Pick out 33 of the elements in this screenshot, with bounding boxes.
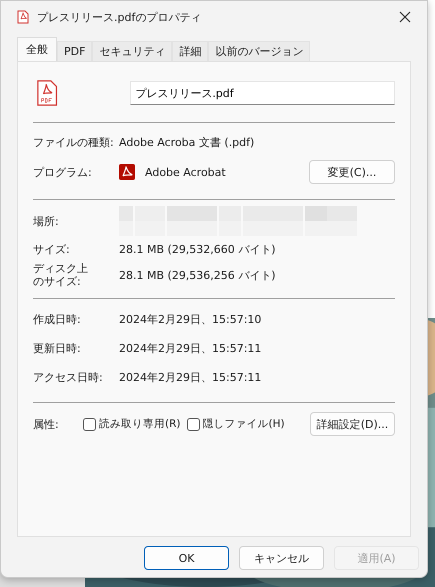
window-title: プレスリリース.pdfのプロパティ xyxy=(37,10,202,24)
close-icon xyxy=(399,11,411,23)
tab[interactable]: 詳細 xyxy=(172,41,208,61)
pdf-file-icon xyxy=(36,79,58,107)
field-label: 場所: xyxy=(33,214,60,228)
tab[interactable]: 以前のバージョン xyxy=(208,41,310,61)
field-label: アクセス日時: xyxy=(33,370,104,385)
field-label: 属性: xyxy=(33,416,60,432)
tab[interactable]: セキュリティ xyxy=(92,41,172,61)
field-label: 更新日時: xyxy=(33,341,82,356)
pdf-file-icon xyxy=(17,10,29,24)
acrobat-icon xyxy=(119,164,135,180)
field-label: 作成日時: xyxy=(33,312,82,327)
field-label: サイズ: xyxy=(33,242,71,256)
checkbox[interactable]: 読み取り専用(R) xyxy=(83,417,180,431)
field-value: 28.1 MB (29,536,256 バイト) xyxy=(119,268,276,282)
dialog-button[interactable]: キャンセル xyxy=(239,546,324,570)
field-label: ディスク上のサイズ: xyxy=(33,262,89,288)
field-value: Adobe Acrobat xyxy=(145,166,227,178)
dialog-button[interactable]: OK xyxy=(144,546,229,570)
change-button[interactable]: 変更(C)... xyxy=(309,160,395,184)
field-value: 2024年2月29日、15:57:10 xyxy=(119,312,262,327)
field-value: 2024年2月29日、15:57:11 xyxy=(119,341,262,356)
tab[interactable]: 全般 xyxy=(17,37,57,61)
field-label: プログラム: xyxy=(33,164,93,180)
field-value: Adobe Acroba 文書 (.pdf) xyxy=(119,134,254,150)
advanced-button[interactable]: 詳細設定(D)... xyxy=(310,412,395,436)
checkbox[interactable]: 隠しファイル(H) xyxy=(186,417,285,431)
file-name-field[interactable]: プレスリリース.pdf xyxy=(130,81,395,105)
field-value: 28.1 MB (29,532,660 バイト) xyxy=(119,242,276,256)
tab[interactable]: PDF xyxy=(57,41,92,61)
field-label: ファイルの種類: xyxy=(33,134,115,150)
field-value: 2024年2月29日、15:57:11 xyxy=(119,370,262,385)
